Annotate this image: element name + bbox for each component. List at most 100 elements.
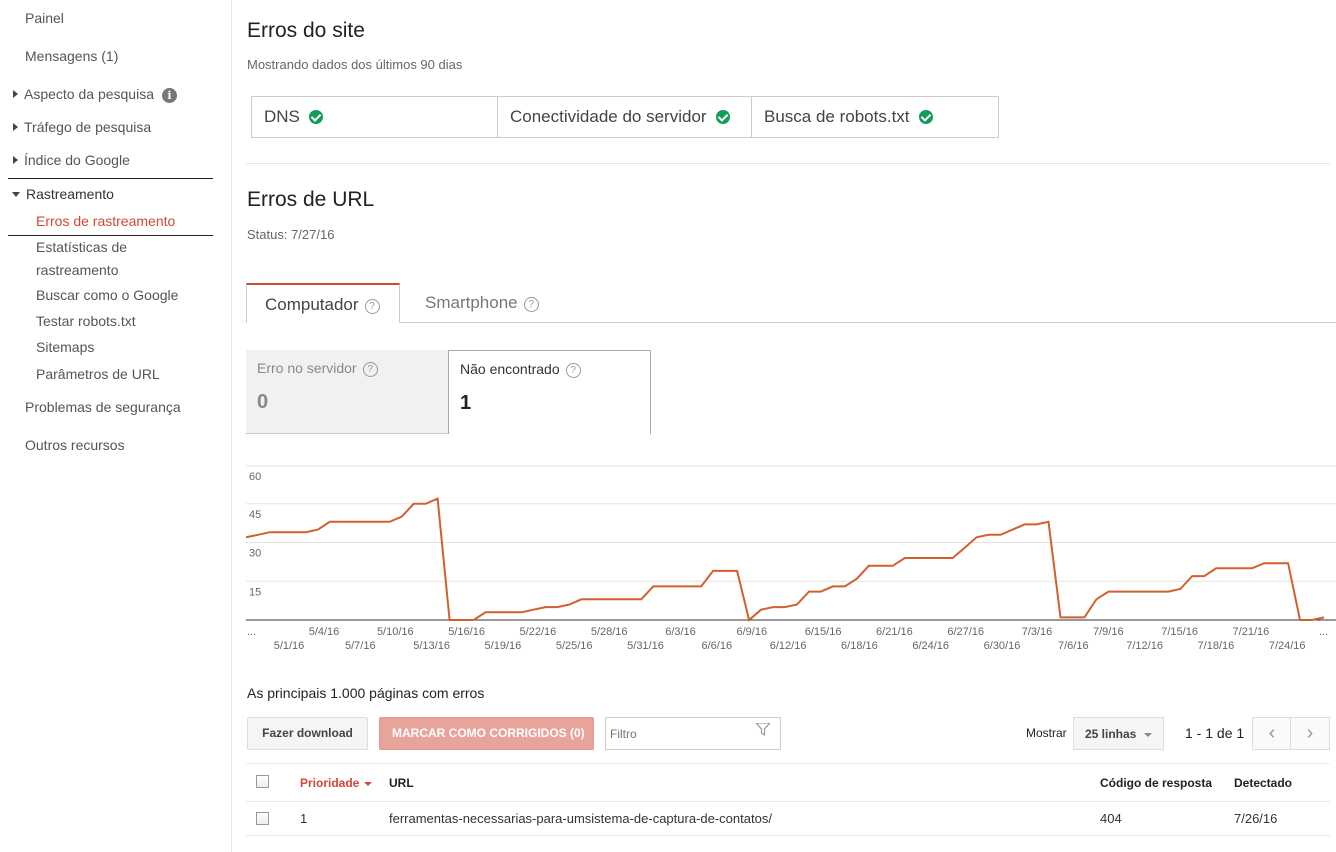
tab-computador[interactable]: Computador? [246, 283, 400, 323]
x-tick-label: 6/27/16 [947, 626, 984, 638]
nav-mensagens[interactable]: Mensagens (1) [25, 48, 118, 64]
tab-smartphone[interactable]: Smartphone? [407, 283, 557, 323]
download-button[interactable]: Fazer download [247, 717, 368, 750]
nav-mensagens-label: Mensagens (1) [25, 48, 119, 64]
help-icon[interactable]: ? [523, 297, 539, 312]
next-page-button[interactable]: › [1290, 717, 1330, 750]
main-content: Erros do site Mostrando dados dos último… [246, 0, 1336, 852]
x-tick-label: 5/19/16 [485, 640, 522, 652]
nav-seguranca-label: Problemas de segurança [25, 399, 181, 415]
column-url[interactable]: URL [389, 776, 414, 790]
x-tick-label: 7/3/16 [1022, 626, 1053, 638]
x-tick-label: 7/6/16 [1058, 640, 1089, 652]
site-errors-title: Erros do site [247, 19, 365, 42]
select-all-checkbox[interactable] [256, 775, 269, 788]
y-tick-label: 30 [249, 548, 261, 560]
mark-fixed-button[interactable]: MARCAR COMO CORRIGIDOS (0) [379, 717, 594, 750]
errors-line-chart: 60 45 30 15 5/4/16 5/10/16 5/16/16 5/22/16 5/28/… [246, 465, 1336, 652]
expand-icon [13, 90, 18, 98]
expand-icon [13, 156, 18, 164]
tab-computador-label: Computador [265, 295, 359, 314]
filter-input[interactable] [605, 717, 781, 750]
row-url[interactable]: ferramentas-necessarias-para-umsistema-d… [389, 811, 772, 826]
site-status-box: DNS Conectividade do servidor Busca de r… [251, 96, 999, 138]
series-line [246, 497, 1325, 622]
chevron-down-icon [1144, 733, 1152, 737]
help-icon[interactable]: ? [362, 362, 378, 377]
nav-rastreamento[interactable]: Rastreamento [12, 186, 114, 202]
x-tick-label: 5/28/16 [591, 626, 628, 638]
row-detected: 7/26/16 [1234, 811, 1278, 826]
x-tick-label: 5/10/16 [377, 626, 414, 638]
row-priority: 1 [300, 811, 308, 826]
x-tick-label: 7/12/16 [1126, 640, 1163, 652]
nav-aspecto-da-pesquisa[interactable]: Aspecto da pesquisa i [13, 86, 177, 103]
metric-value: 0 [257, 391, 269, 413]
help-icon[interactable]: ? [565, 363, 581, 378]
status-dns-label: DNS [264, 107, 300, 126]
check-icon [715, 110, 730, 124]
nav-indice-do-google[interactable]: Índice do Google [13, 152, 130, 168]
site-errors-subtitle: Mostrando dados dos últimos 90 dias [247, 57, 463, 72]
y-tick-label: 60 [249, 471, 261, 483]
status-conectividade[interactable]: Conectividade do servidor [498, 97, 752, 137]
x-tick-label: 6/18/16 [841, 640, 878, 652]
url-errors-status: Status: 7/27/16 [247, 227, 335, 242]
status-robots[interactable]: Busca de robots.txt [752, 97, 998, 137]
nav-divider [8, 178, 213, 179]
help-icon[interactable]: ? [364, 299, 380, 314]
status-dns[interactable]: DNS [252, 97, 498, 137]
nav-buscar-como-o-google[interactable]: Buscar como o Google [36, 284, 178, 307]
nav-painel-label: Painel [25, 10, 64, 26]
sidebar: Painel Mensagens (1) Aspecto da pesquisa… [0, 0, 232, 852]
x-tick-label: 6/21/16 [876, 626, 913, 638]
nav-estatisticas-line1: Estatísticas de [36, 239, 128, 255]
metric-erro-no-servidor[interactable]: Erro no servidor? 0 [246, 350, 448, 434]
url-errors-title: Erros de URL [247, 188, 375, 211]
x-tick-ellipsis: ... [1319, 626, 1328, 638]
nav-sitemaps[interactable]: Sitemaps [36, 336, 94, 359]
x-tick-label: 5/16/16 [448, 626, 485, 638]
y-tick-label: 45 [249, 509, 261, 521]
x-tick-label: 6/24/16 [912, 640, 949, 652]
x-tick-label: 6/30/16 [984, 640, 1021, 652]
x-tick-label: 7/24/16 [1269, 640, 1306, 652]
chevron-right-icon: › [1306, 722, 1314, 744]
metric-nao-encontrado[interactable]: Não encontrado? 1 [448, 350, 651, 434]
nav-erros-de-rastreamento[interactable]: Erros de rastreamento [36, 210, 175, 233]
nav-problemas-de-seguranca[interactable]: Problemas de segurança [25, 399, 181, 415]
nav-testar-robots[interactable]: Testar robots.txt [36, 310, 136, 333]
column-prioridade[interactable]: Prioridade [300, 776, 373, 790]
nav-estatisticas-line2: rastreamento [36, 262, 119, 278]
x-tick-label: 6/6/16 [702, 640, 733, 652]
filter-icon[interactable] [756, 723, 770, 736]
column-codigo[interactable]: Código de resposta [1100, 776, 1212, 790]
nav-trafego-de-pesquisa[interactable]: Tráfego de pesquisa [13, 119, 151, 135]
nav-aspecto-label: Aspecto da pesquisa [24, 86, 154, 102]
x-tick-label: 6/9/16 [737, 626, 768, 638]
nav-painel[interactable]: Painel [25, 10, 64, 26]
nav-estatisticas-de-rastreamento[interactable]: Estatísticas de rastreamento [36, 236, 127, 282]
nav-trafego-label: Tráfego de pesquisa [24, 119, 152, 135]
rows-per-page-select[interactable]: 25 linhas [1073, 717, 1164, 750]
row-checkbox[interactable] [256, 812, 269, 825]
x-tick-label: 7/9/16 [1093, 626, 1124, 638]
nav-outros-recursos[interactable]: Outros recursos [25, 437, 125, 453]
x-tick-ellipsis: ... [247, 626, 256, 638]
table-row[interactable]: 1 ferramentas-necessarias-para-umsistema… [246, 802, 1330, 836]
x-tick-label: 5/7/16 [345, 640, 376, 652]
metric-label: Não encontrado [460, 361, 560, 377]
info-icon[interactable]: i [161, 88, 177, 103]
nav-parametros-de-url[interactable]: Parâmetros de URL [36, 363, 160, 386]
x-tick-label: 7/15/16 [1161, 626, 1198, 638]
prev-page-button[interactable]: ‹ [1252, 717, 1292, 750]
x-tick-label: 7/21/16 [1233, 626, 1270, 638]
expand-icon [13, 123, 18, 131]
column-detectado[interactable]: Detectado [1234, 776, 1292, 790]
nav-indice-label: Índice do Google [24, 152, 130, 168]
collapse-icon [12, 192, 20, 197]
show-label: Mostrar [1026, 726, 1067, 740]
table-header: Prioridade URL Código de resposta Detect… [246, 763, 1330, 802]
column-prioridade-label: Prioridade [300, 776, 360, 790]
x-tick-label: 5/13/16 [413, 640, 450, 652]
